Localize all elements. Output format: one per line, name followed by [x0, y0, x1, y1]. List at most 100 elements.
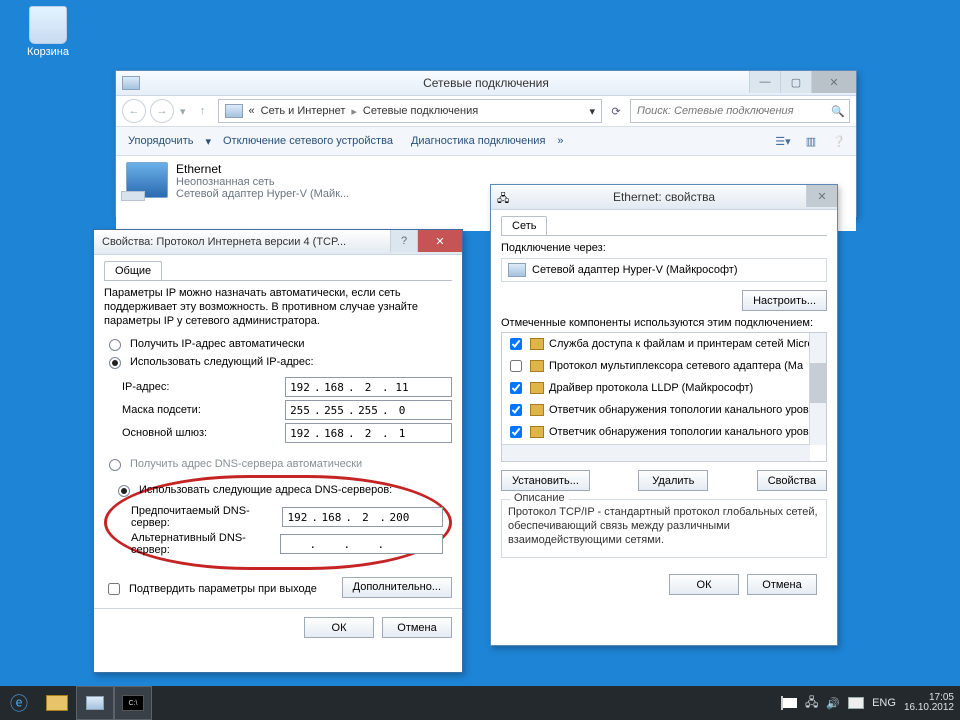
horizontal-scrollbar[interactable]	[502, 444, 810, 461]
radio-dns-manual[interactable]	[118, 485, 130, 497]
component-checkbox[interactable]	[510, 338, 522, 350]
titlebar[interactable]: Сетевые подключения — ▢ ✕	[116, 71, 856, 96]
adapter-device: Сетевой адаптер Hyper-V (Майк...	[176, 188, 349, 200]
components-list[interactable]: Служба доступа к файлам и принтерам сете…	[501, 332, 827, 462]
radio-dns-auto-label: Получить адрес DNS-сервера автоматически	[130, 458, 362, 470]
description-text: Протокол TCP/IP - стандартный протокол г…	[508, 506, 818, 546]
toolbar-organize[interactable]: Упорядочить	[122, 133, 199, 149]
tab-general[interactable]: Общие	[104, 261, 162, 280]
taskbar[interactable]: ⓔ C:\ 🖧 🔊 ENG 17:05 16.10.2012	[0, 686, 960, 720]
component-icon	[530, 426, 544, 438]
close-button[interactable]: ✕	[811, 71, 856, 93]
history-dropdown[interactable]: ▾	[178, 105, 188, 118]
component-checkbox[interactable]	[510, 426, 522, 438]
connect-using-label: Подключение через:	[501, 242, 827, 254]
gateway-input[interactable]: 192.168.2.1	[285, 423, 452, 443]
titlebar[interactable]: 🖧 Ethernet: свойства ✕	[491, 185, 837, 210]
breadcrumb-part[interactable]: Сетевые подключения	[363, 105, 478, 117]
preferred-dns-input[interactable]: 192.168.2.200	[282, 507, 443, 527]
component-icon	[530, 338, 544, 350]
back-button[interactable]: ←	[122, 99, 146, 123]
window-ipv4-properties: Свойства: Протокол Интернета версии 4 (T…	[93, 229, 463, 673]
ok-button[interactable]: ОК	[669, 574, 739, 595]
task-network[interactable]	[76, 686, 114, 720]
component-label: Драйвер протокола LLDP (Майкрософт)	[549, 382, 753, 394]
network-icon	[86, 696, 104, 710]
dns-highlight-region: Использовать следующие адреса DNS-сервер…	[104, 475, 452, 570]
action-center-icon[interactable]	[783, 698, 797, 708]
subnet-mask-input[interactable]: 255.255.255.0	[285, 400, 452, 420]
validate-checkbox[interactable]	[108, 583, 120, 595]
nav-row: ← → ▾ ↑ « Сеть и Интернет ▸ Сетевые подк…	[116, 96, 856, 127]
adapter-icon	[508, 263, 526, 277]
view-options-icon[interactable]: ☰▾	[772, 131, 794, 151]
task-explorer[interactable]	[38, 686, 76, 720]
close-button[interactable]: ✕	[806, 185, 837, 207]
up-button[interactable]: ↑	[192, 100, 214, 122]
radio-ip-auto[interactable]	[109, 339, 121, 351]
radio-dns-auto	[109, 459, 121, 471]
help-button[interactable]: ?	[390, 230, 417, 252]
minimize-button[interactable]: —	[749, 71, 780, 93]
language-indicator[interactable]: ENG	[872, 697, 896, 709]
breadcrumb-dropdown[interactable]: ▾	[589, 105, 595, 118]
uninstall-button[interactable]: Удалить	[638, 470, 708, 491]
adapter-name: Ethernet	[176, 162, 349, 176]
search-input[interactable]	[635, 104, 827, 118]
gateway-label: Основной шлюз:	[122, 427, 207, 439]
ipv4-description: Параметры IP можно назначать автоматичес…	[104, 287, 452, 328]
ok-button[interactable]: ОК	[304, 617, 374, 638]
refresh-button[interactable]: ⟳	[606, 101, 626, 121]
component-checkbox[interactable]	[510, 382, 522, 394]
preferred-dns-label: Предпочитаемый DNS-сервер:	[131, 505, 282, 529]
alternate-dns-input[interactable]: ...	[280, 534, 443, 554]
cancel-button[interactable]: Отмена	[747, 574, 817, 595]
maximize-button[interactable]: ▢	[780, 71, 811, 93]
help-icon[interactable]: ❔	[828, 131, 850, 151]
task-cmd[interactable]: C:\	[114, 686, 152, 720]
desktop-icon-label: Корзина	[18, 46, 78, 58]
toolbar-diagnose[interactable]: Диагностика подключения	[405, 133, 551, 149]
volume-icon[interactable]: 🔊	[826, 697, 840, 710]
toolbar: Упорядочить▾ Отключение сетевого устройс…	[116, 127, 856, 156]
configure-button[interactable]: Настроить...	[742, 290, 827, 311]
window-ethernet-properties: 🖧 Ethernet: свойства ✕ Сеть Подключение …	[490, 184, 838, 646]
breadcrumb-part[interactable]: Сеть и Интернет	[261, 105, 346, 117]
component-label: Служба доступа к файлам и принтерам сете…	[549, 338, 814, 350]
search-box[interactable]: 🔍	[630, 99, 850, 123]
cancel-button[interactable]: Отмена	[382, 617, 452, 638]
task-ie[interactable]: ⓔ	[0, 686, 38, 720]
install-button[interactable]: Установить...	[501, 470, 590, 491]
network-tray-icon[interactable]: 🖧	[805, 693, 818, 714]
tabstrip: Сеть	[501, 216, 827, 236]
preview-pane-icon[interactable]: ▥	[800, 131, 822, 151]
window-icon	[122, 76, 140, 90]
forward-button[interactable]: →	[150, 99, 174, 123]
validate-label: Подтвердить параметры при выходе	[129, 583, 317, 595]
tab-network[interactable]: Сеть	[501, 216, 547, 235]
cmd-icon: C:\	[122, 695, 144, 711]
close-button[interactable]: ✕	[417, 230, 462, 252]
toolbar-overflow[interactable]: »	[557, 135, 563, 147]
ip-address-input[interactable]: 192.168.2.11	[285, 377, 452, 397]
radio-ip-manual-label: Использовать следующий IP-адрес:	[130, 356, 314, 368]
description-box: Описание Протокол TCP/IP - стандартный п…	[501, 499, 827, 558]
toolbar-disable[interactable]: Отключение сетевого устройства	[217, 133, 399, 149]
vertical-scrollbar[interactable]	[809, 333, 826, 445]
clock[interactable]: 17:05 16.10.2012	[904, 693, 954, 714]
desktop-icon-recycle-bin[interactable]: Корзина	[18, 6, 78, 58]
component-label: Протокол мультиплексора сетевого адаптер…	[549, 360, 803, 372]
titlebar[interactable]: Свойства: Протокол Интернета версии 4 (T…	[94, 230, 462, 255]
input-indicator-icon[interactable]	[848, 697, 864, 709]
window-title: Сетевые подключения	[423, 76, 549, 90]
breadcrumb[interactable]: « Сеть и Интернет ▸ Сетевые подключения …	[218, 99, 602, 123]
adapter-item-ethernet[interactable]: Ethernet Неопознанная сеть Сетевой адапт…	[126, 162, 426, 200]
connect-using-box: Сетевой адаптер Hyper-V (Майкрософт)	[501, 258, 827, 282]
folder-icon	[46, 695, 68, 711]
component-checkbox[interactable]	[510, 360, 522, 372]
component-checkbox[interactable]	[510, 404, 522, 416]
component-label: Ответчик обнаружения топологии канальног…	[549, 426, 809, 438]
advanced-button[interactable]: Дополнительно...	[342, 577, 452, 598]
radio-ip-manual[interactable]	[109, 357, 121, 369]
properties-button[interactable]: Свойства	[757, 470, 827, 491]
